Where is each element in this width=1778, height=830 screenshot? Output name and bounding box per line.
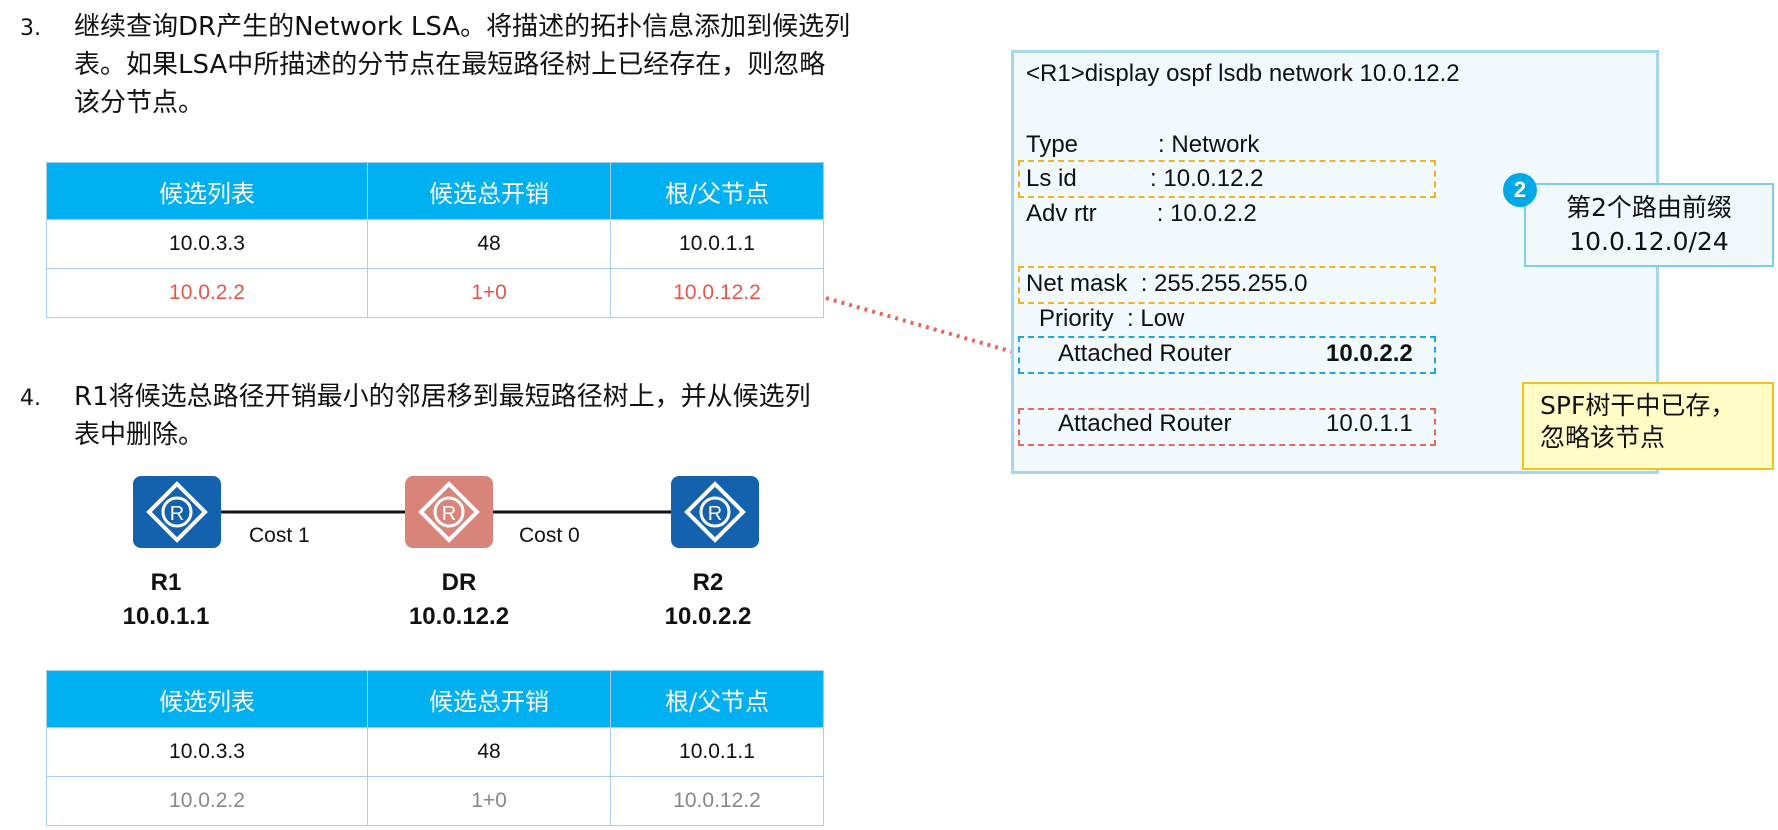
console-lsid-line: Ls id : 10.0.12.2 (1026, 165, 1264, 192)
number-2-badge: 2 (1503, 173, 1537, 207)
console-netmask-line: Net mask : 255.255.255.0 (1026, 270, 1308, 297)
router-letter: R (170, 503, 184, 525)
ignore-callout-line: SPF树干中已存， (1540, 391, 1736, 420)
col-header-candidate-list: 候选列表 (46, 670, 368, 728)
router-letter: R (708, 503, 722, 525)
console-type-line: Type : Network (1026, 131, 1260, 158)
router-label-r2: R2 10.0.2.2 (638, 566, 778, 634)
router-id: 10.0.12.2 (408, 603, 510, 630)
cell-candidate: 10.0.3.3 (46, 727, 368, 777)
prefix-callout-value: 10.0.12.0/24 (1569, 227, 1729, 256)
link-cost-label: Cost 1 (249, 524, 310, 547)
ignore-callout-line: 忽略该节点 (1540, 423, 1666, 452)
ignore-node-callout: SPF树干中已存， 忽略该节点 (1522, 382, 1774, 470)
candidate-table-2: 候选列表 候选总开销 根/父节点 10.0.3.3 48 10.0.1.1 10… (46, 670, 824, 826)
connector-dotted (825, 296, 1021, 356)
router-letter: R (442, 503, 456, 525)
attached-router-2-value: 10.0.1.1 (1326, 410, 1413, 437)
router-id: 10.0.1.1 (122, 603, 210, 630)
table-row-removed: 10.0.2.2 1+0 10.0.12.2 (46, 776, 824, 826)
col-header-parent-node: 根/父节点 (610, 670, 824, 728)
console-command: <R1>display ospf lsdb network 10.0.12.2 (1026, 60, 1460, 87)
router-label-r1: R1 10.0.1.1 (96, 566, 236, 634)
col-header-total-cost: 候选总开销 (367, 670, 611, 728)
router-name: DR (441, 569, 477, 596)
attached-router-2-label: Attached Router (1058, 410, 1232, 437)
router-label-dr: DR 10.0.12.2 (384, 566, 534, 634)
cell-cost: 48 (367, 727, 611, 777)
router-name: R2 (692, 569, 724, 596)
router-r2: R (671, 476, 759, 548)
router-r1: R (133, 476, 221, 548)
link-cost-label: Cost 0 (519, 524, 580, 547)
cell-cost: 1+0 (367, 776, 611, 826)
router-name: R1 (150, 569, 182, 596)
attached-router-1-label: Attached Router (1058, 340, 1232, 367)
router-icon: R (684, 481, 746, 543)
table-row: 10.0.3.3 48 10.0.1.1 (46, 727, 824, 777)
router-icon: R (146, 481, 208, 543)
router-icon: R (418, 481, 480, 543)
console-advrtr-line: Adv rtr : 10.0.2.2 (1026, 200, 1257, 227)
router-id: 10.0.2.2 (664, 603, 752, 630)
prefix-callout: 第2个路由前缀 10.0.12.0/24 (1524, 183, 1774, 267)
router-dr: R (405, 476, 493, 548)
attached-router-1-value: 10.0.2.2 (1326, 340, 1413, 367)
cell-parent: 10.0.1.1 (610, 727, 824, 777)
console-priority-line: Priority : Low (1039, 305, 1185, 332)
cell-candidate: 10.0.2.2 (46, 776, 368, 826)
cell-parent: 10.0.12.2 (610, 776, 824, 826)
prefix-callout-title: 第2个路由前缀 (1566, 193, 1732, 222)
